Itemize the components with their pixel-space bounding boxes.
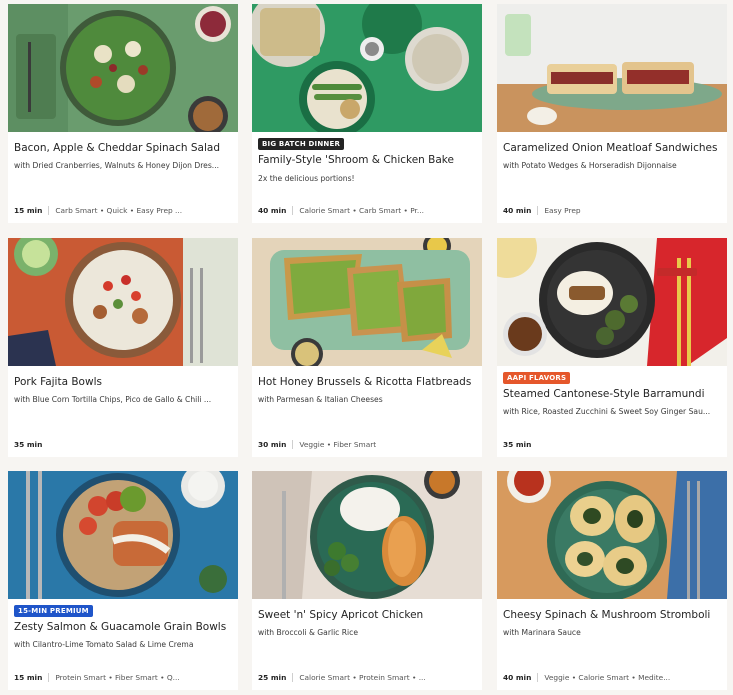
recipe-card[interactable]: AAPI FLAVORS Steamed Cantonese-Style Bar… xyxy=(497,238,727,457)
recipe-subtitle: with Marinara Sauce xyxy=(503,628,581,637)
divider xyxy=(292,440,294,449)
cook-time: 15 min xyxy=(14,206,43,215)
recipe-footer: 15 min Carb Smart • Quick • Easy Prep ..… xyxy=(14,206,234,215)
recipe-image[interactable] xyxy=(252,238,482,366)
cook-time: 40 min xyxy=(258,206,287,215)
cook-time: 15 min xyxy=(14,673,43,682)
cook-time: 35 min xyxy=(503,440,532,449)
promo-badge: 15-MIN PREMIUM xyxy=(14,605,93,617)
cook-time: 35 min xyxy=(14,440,43,449)
recipe-card[interactable]: Cheesy Spinach & Mushroom Stromboli with… xyxy=(497,471,727,690)
recipe-subtitle: with Dried Cranberries, Walnuts & Honey … xyxy=(14,161,220,170)
promo-badge: AAPI FLAVORS xyxy=(503,372,571,384)
recipe-subtitle: with Cilantro-Lime Tomato Salad & Lime C… xyxy=(14,640,194,649)
recipe-title[interactable]: Hot Honey Brussels & Ricotta Flatbreads xyxy=(258,376,478,389)
recipe-tags: Easy Prep xyxy=(544,206,581,215)
recipe-title[interactable]: Bacon, Apple & Cheddar Spinach Salad xyxy=(14,142,234,155)
recipe-title[interactable]: Pork Fajita Bowls xyxy=(14,376,234,389)
recipe-subtitle: with Parmesan & Italian Cheeses xyxy=(258,395,383,404)
recipe-footer: 35 min xyxy=(14,440,234,449)
recipe-image[interactable] xyxy=(252,4,482,132)
recipe-card[interactable]: Sweet 'n' Spicy Apricot Chicken with Bro… xyxy=(252,471,482,690)
recipe-title[interactable]: Sweet 'n' Spicy Apricot Chicken xyxy=(258,609,478,622)
recipe-image[interactable] xyxy=(497,4,727,132)
recipe-subtitle: with Broccoli & Garlic Rice xyxy=(258,628,359,637)
recipe-tags: Calorie Smart • Carb Smart • Pr... xyxy=(299,206,424,215)
recipe-card[interactable]: Caramelized Onion Meatloaf Sandwiches wi… xyxy=(497,4,727,223)
recipe-tags: Veggie • Calorie Smart • Medite... xyxy=(544,673,671,682)
recipe-image[interactable] xyxy=(497,238,727,366)
recipe-footer: 15 min Protein Smart • Fiber Smart • Q..… xyxy=(14,673,234,682)
divider xyxy=(292,206,294,215)
cook-time: 25 min xyxy=(258,673,287,682)
divider xyxy=(48,673,50,682)
recipe-title[interactable]: Caramelized Onion Meatloaf Sandwiches xyxy=(503,142,723,155)
recipe-card[interactable]: 15-MIN PREMIUM Zesty Salmon & Guacamole … xyxy=(8,471,238,690)
recipe-tags: Protein Smart • Fiber Smart • Q... xyxy=(55,673,180,682)
recipe-subtitle: with Blue Corn Tortilla Chips, Pico de G… xyxy=(14,395,212,404)
recipe-image[interactable] xyxy=(252,471,482,599)
promo-badge: BIG BATCH DINNER xyxy=(258,138,345,150)
divider xyxy=(537,673,539,682)
recipe-tags: Veggie • Fiber Smart xyxy=(299,440,377,449)
divider xyxy=(537,206,539,215)
recipe-tags: Calorie Smart • Protein Smart • ... xyxy=(299,673,426,682)
recipe-image[interactable] xyxy=(8,4,238,132)
recipe-footer: 35 min xyxy=(503,440,723,449)
recipe-card[interactable]: BIG BATCH DINNER Family-Style 'Shroom & … xyxy=(252,4,482,223)
recipe-title[interactable]: Zesty Salmon & Guacamole Grain Bowls xyxy=(14,621,234,634)
cook-time: 40 min xyxy=(503,206,532,215)
recipe-card[interactable]: Pork Fajita Bowls with Blue Corn Tortill… xyxy=(8,238,238,457)
recipe-tags: Carb Smart • Quick • Easy Prep ... xyxy=(55,206,183,215)
recipe-card[interactable]: Bacon, Apple & Cheddar Spinach Salad wit… xyxy=(8,4,238,223)
divider xyxy=(292,673,294,682)
recipe-footer: 40 min Calorie Smart • Carb Smart • Pr..… xyxy=(258,206,478,215)
recipe-grid: Bacon, Apple & Cheddar Spinach Salad wit… xyxy=(0,0,733,695)
recipe-title[interactable]: Steamed Cantonese-Style Barramundi xyxy=(503,388,723,401)
cook-time: 40 min xyxy=(503,673,532,682)
recipe-image[interactable] xyxy=(497,471,727,599)
cook-time: 30 min xyxy=(258,440,287,449)
recipe-footer: 40 min Veggie • Calorie Smart • Medite..… xyxy=(503,673,723,682)
recipe-footer: 25 min Calorie Smart • Protein Smart • .… xyxy=(258,673,478,682)
divider xyxy=(48,206,50,215)
recipe-subtitle: with Rice, Roasted Zucchini & Sweet Soy … xyxy=(503,407,711,416)
recipe-subtitle: 2x the delicious portions! xyxy=(258,174,355,183)
recipe-title[interactable]: Family-Style 'Shroom & Chicken Bake xyxy=(258,154,478,167)
recipe-subtitle: with Potato Wedges & Horseradish Dijonna… xyxy=(503,161,677,170)
recipe-title[interactable]: Cheesy Spinach & Mushroom Stromboli xyxy=(503,609,723,622)
recipe-image[interactable] xyxy=(8,471,238,599)
recipe-image[interactable] xyxy=(8,238,238,366)
recipe-card[interactable]: Hot Honey Brussels & Ricotta Flatbreads … xyxy=(252,238,482,457)
recipe-footer: 40 min Easy Prep xyxy=(503,206,723,215)
recipe-footer: 30 min Veggie • Fiber Smart xyxy=(258,440,478,449)
